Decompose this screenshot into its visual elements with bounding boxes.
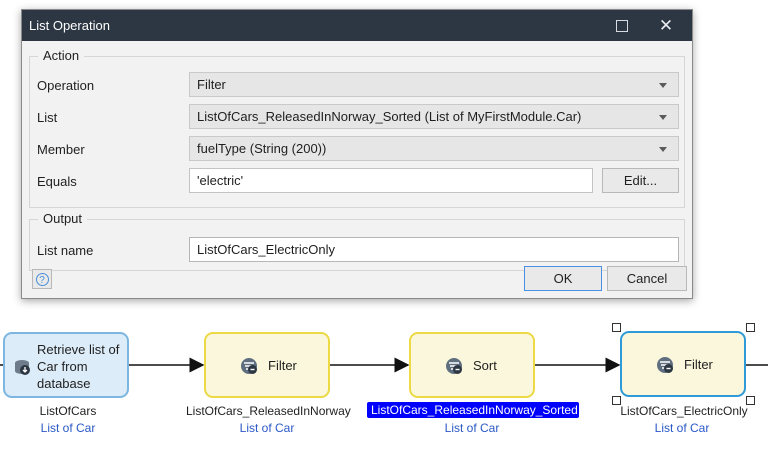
filter-activity-1[interactable]: Filter xyxy=(204,332,330,398)
help-button[interactable]: ? xyxy=(32,269,52,289)
help-icon: ? xyxy=(35,272,49,286)
member-select[interactable]: fuelType (String (200)) xyxy=(189,136,679,161)
retrieve-output-type: List of Car xyxy=(40,421,96,435)
close-icon: ✕ xyxy=(658,16,674,35)
filter-activity-1-label: Filter xyxy=(268,358,297,373)
cancel-button[interactable]: Cancel xyxy=(607,266,687,291)
list-name-input[interactable]: ListOfCars_ElectricOnly xyxy=(189,237,679,262)
retrieve-database-icon xyxy=(15,360,30,375)
selection-handle-top-right[interactable] xyxy=(746,323,755,332)
filter-1-output-var: ListOfCars_ReleasedInNorway xyxy=(186,404,351,418)
filter-1-output-type: List of Car xyxy=(239,421,295,435)
selection-handle-top-left[interactable] xyxy=(612,323,621,332)
edit-expression-button[interactable]: Edit... xyxy=(602,168,679,193)
dialog-title: List Operation xyxy=(29,18,110,33)
filter-activity-2-label: Filter xyxy=(684,357,713,372)
operation-select[interactable]: Filter xyxy=(189,72,679,97)
list-select[interactable]: ListOfCars_ReleasedInNorway_Sorted (List… xyxy=(189,104,679,129)
member-label: Member xyxy=(37,142,85,157)
filter-activity-2[interactable]: Filter xyxy=(620,331,746,397)
sort-activity-label: Sort xyxy=(473,358,497,373)
output-group-legend: Output xyxy=(38,211,88,226)
filter-2-output-var: ListOfCars_ElectricOnly xyxy=(620,404,748,418)
sort-output-var[interactable]: ListOfCars_ReleasedInNorway_Sorted xyxy=(367,402,579,418)
list-sort-icon xyxy=(446,358,462,374)
operation-label: Operation xyxy=(37,78,95,93)
ok-button[interactable]: OK xyxy=(524,266,602,291)
dialog-titlebar[interactable]: List Operation ✕ xyxy=(22,10,692,41)
maximize-button[interactable] xyxy=(600,10,644,41)
list-operation-dialog: List Operation ✕ Action Operation Filter… xyxy=(21,9,693,299)
sort-activity[interactable]: Sort xyxy=(409,332,535,398)
list-label: List xyxy=(37,110,58,125)
equals-expression-field[interactable]: 'electric' xyxy=(189,168,593,193)
list-filter-icon xyxy=(657,357,673,373)
action-group-legend: Action xyxy=(38,48,85,63)
retrieve-output-var: ListOfCars xyxy=(39,404,97,418)
action-group: Action Operation Filter List ListOfCars_… xyxy=(29,48,685,208)
close-button[interactable]: ✕ xyxy=(644,10,688,41)
filter-2-output-type: List of Car xyxy=(654,421,710,435)
output-group: Output List name ListOfCars_ElectricOnly xyxy=(29,211,685,271)
sort-output-type: List of Car xyxy=(444,421,500,435)
list-filter-icon xyxy=(241,358,257,374)
retrieve-activity-label: Retrieve list of Car from database xyxy=(37,342,120,391)
maximize-icon xyxy=(616,19,628,32)
retrieve-activity[interactable]: Retrieve list of Car from database xyxy=(3,332,129,398)
list-name-label: List name xyxy=(37,243,94,258)
equals-label: Equals xyxy=(37,174,77,189)
